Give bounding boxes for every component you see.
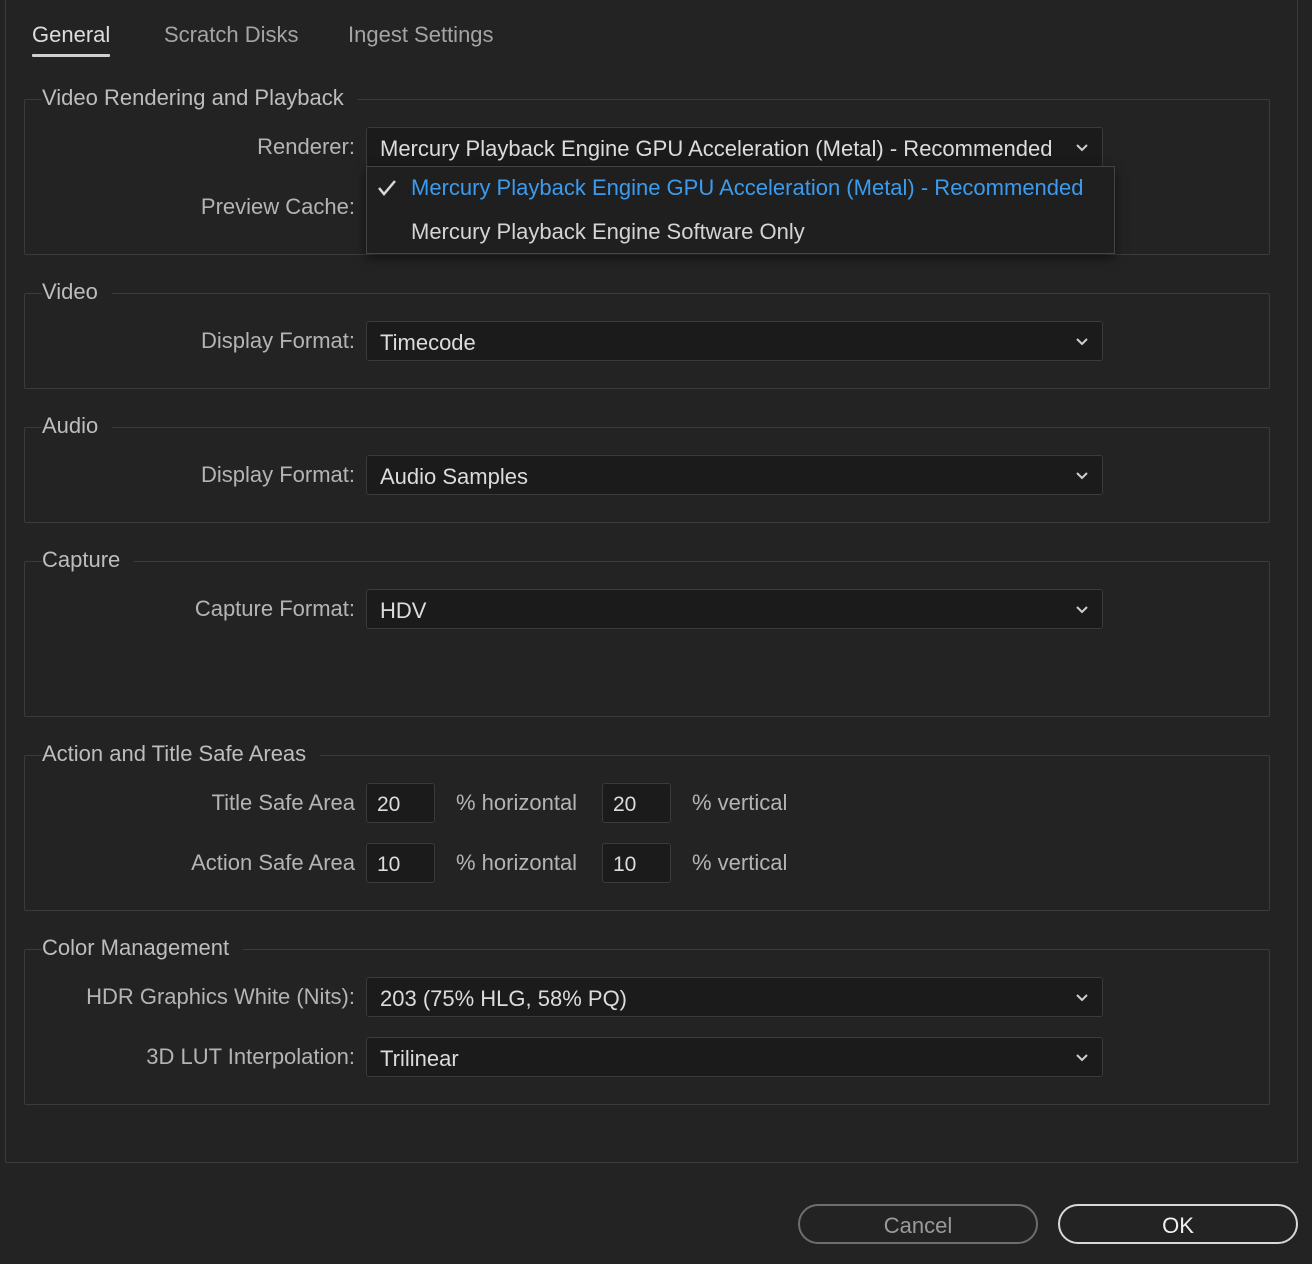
capture-format-select[interactable]: HDV bbox=[366, 589, 1103, 629]
chevron-down-icon bbox=[1076, 338, 1088, 346]
chevron-down-icon bbox=[1076, 606, 1088, 614]
color-management-group bbox=[24, 949, 1270, 1105]
hdr-white-select[interactable]: 203 (75% HLG, 58% PQ) bbox=[366, 977, 1103, 1017]
video-display-format-value: Timecode bbox=[380, 330, 476, 355]
video-rendering-title: Video Rendering and Playback bbox=[42, 85, 358, 111]
capture-title: Capture bbox=[42, 547, 135, 573]
renderer-label: Renderer: bbox=[257, 134, 355, 159]
renderer-option-software[interactable]: Mercury Playback Engine Software Only bbox=[367, 211, 1114, 255]
audio-display-format-value: Audio Samples bbox=[380, 464, 528, 489]
video-display-format-select[interactable]: Timecode bbox=[366, 321, 1103, 361]
chevron-down-icon bbox=[1076, 472, 1088, 480]
safe-areas-group bbox=[24, 755, 1270, 911]
renderer-option-label: Mercury Playback Engine GPU Acceleration… bbox=[411, 175, 1084, 200]
chevron-down-icon bbox=[1076, 994, 1088, 1002]
active-tab-indicator bbox=[32, 54, 110, 57]
hdr-white-label: HDR Graphics White (Nits): bbox=[86, 984, 355, 1009]
chevron-down-icon bbox=[1076, 1054, 1088, 1062]
renderer-option-label: Mercury Playback Engine Software Only bbox=[411, 219, 805, 244]
chevron-down-icon bbox=[1076, 144, 1088, 152]
title-safe-horizontal-unit: % horizontal bbox=[456, 790, 578, 815]
safe-areas-title: Action and Title Safe Areas bbox=[42, 741, 321, 767]
action-safe-vertical-input[interactable]: 10 bbox=[602, 843, 671, 883]
renderer-select[interactable]: Mercury Playback Engine GPU Acceleration… bbox=[366, 127, 1103, 167]
audio-display-format-label: Display Format: bbox=[200, 462, 355, 487]
renderer-option-gpu[interactable]: Mercury Playback Engine GPU Acceleration… bbox=[367, 167, 1114, 211]
title-safe-vertical-input[interactable]: 20 bbox=[602, 783, 671, 823]
hdr-white-value: 203 (75% HLG, 58% PQ) bbox=[380, 986, 628, 1011]
capture-group bbox=[24, 561, 1270, 717]
tab-scratch-disks[interactable]: Scratch Disks bbox=[164, 22, 298, 48]
renderer-dropdown-menu: Mercury Playback Engine GPU Acceleration… bbox=[366, 166, 1115, 254]
capture-format-label: Capture Format: bbox=[194, 596, 355, 621]
action-safe-vertical-unit: % vertical bbox=[692, 850, 788, 875]
audio-title: Audio bbox=[42, 413, 113, 439]
tab-ingest-settings[interactable]: Ingest Settings bbox=[348, 22, 494, 48]
audio-display-format-select[interactable]: Audio Samples bbox=[366, 455, 1103, 495]
lut-interpolation-label: 3D LUT Interpolation: bbox=[146, 1044, 355, 1069]
tab-general[interactable]: General bbox=[32, 22, 110, 48]
title-safe-label: Title Safe Area bbox=[211, 790, 355, 815]
lut-interpolation-select[interactable]: Trilinear bbox=[366, 1037, 1103, 1077]
checkmark-icon bbox=[378, 180, 396, 196]
action-safe-horizontal-unit: % horizontal bbox=[456, 850, 578, 875]
title-safe-horizontal-input[interactable]: 20 bbox=[366, 783, 435, 823]
lut-interpolation-value: Trilinear bbox=[380, 1046, 459, 1071]
cancel-button[interactable]: Cancel bbox=[798, 1204, 1038, 1244]
action-safe-label: Action Safe Area bbox=[191, 850, 355, 875]
renderer-value: Mercury Playback Engine GPU Acceleration… bbox=[380, 136, 1053, 161]
capture-format-value: HDV bbox=[380, 598, 427, 623]
video-display-format-label: Display Format: bbox=[200, 328, 355, 353]
action-safe-horizontal-input[interactable]: 10 bbox=[366, 843, 435, 883]
video-title: Video bbox=[42, 279, 112, 305]
title-safe-vertical-unit: % vertical bbox=[692, 790, 788, 815]
color-management-title: Color Management bbox=[42, 935, 244, 961]
preview-cache-label: Preview Cache: bbox=[200, 194, 355, 219]
ok-button[interactable]: OK bbox=[1058, 1204, 1298, 1244]
